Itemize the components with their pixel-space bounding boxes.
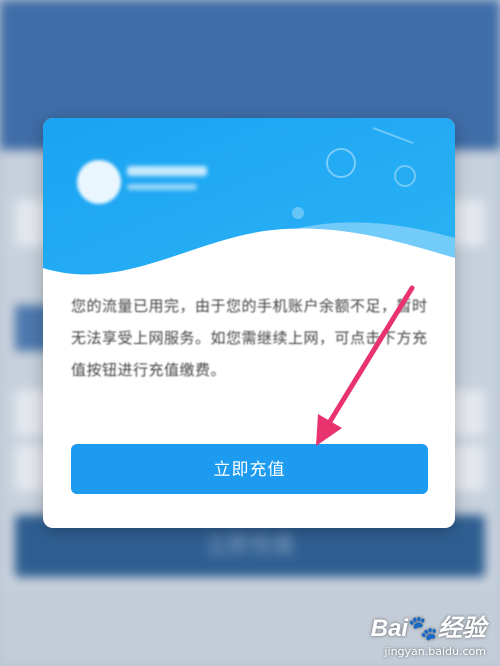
recharge-now-button[interactable]: 立即充值: [71, 444, 428, 494]
logo-wordmark: [127, 166, 207, 176]
recharge-dialog: 您的流量已用完，由于您的手机账户余额不足，暂时无法享受上网服务。如您需继续上网，…: [43, 118, 455, 528]
dialog-message: 您的流量已用完，由于您的手机账户余额不足，暂时无法享受上网服务。如您需继续上网，…: [71, 297, 428, 379]
china-mobile-logo-icon: [77, 160, 121, 204]
baidu-jingyan-watermark: Bai🐾经验 jingyan.baidu.com: [371, 608, 486, 658]
watermark-brand-bai: Bai: [370, 615, 409, 642]
baidu-paw-icon: 🐾: [408, 615, 438, 642]
watermark-brand: Bai🐾经验: [371, 608, 486, 643]
watermark-url: jingyan.baidu.com: [384, 645, 486, 658]
logo-wordmark-sub: [127, 184, 197, 190]
dialog-header: [43, 118, 455, 288]
watermark-brand-suffix: 经验: [438, 615, 486, 642]
